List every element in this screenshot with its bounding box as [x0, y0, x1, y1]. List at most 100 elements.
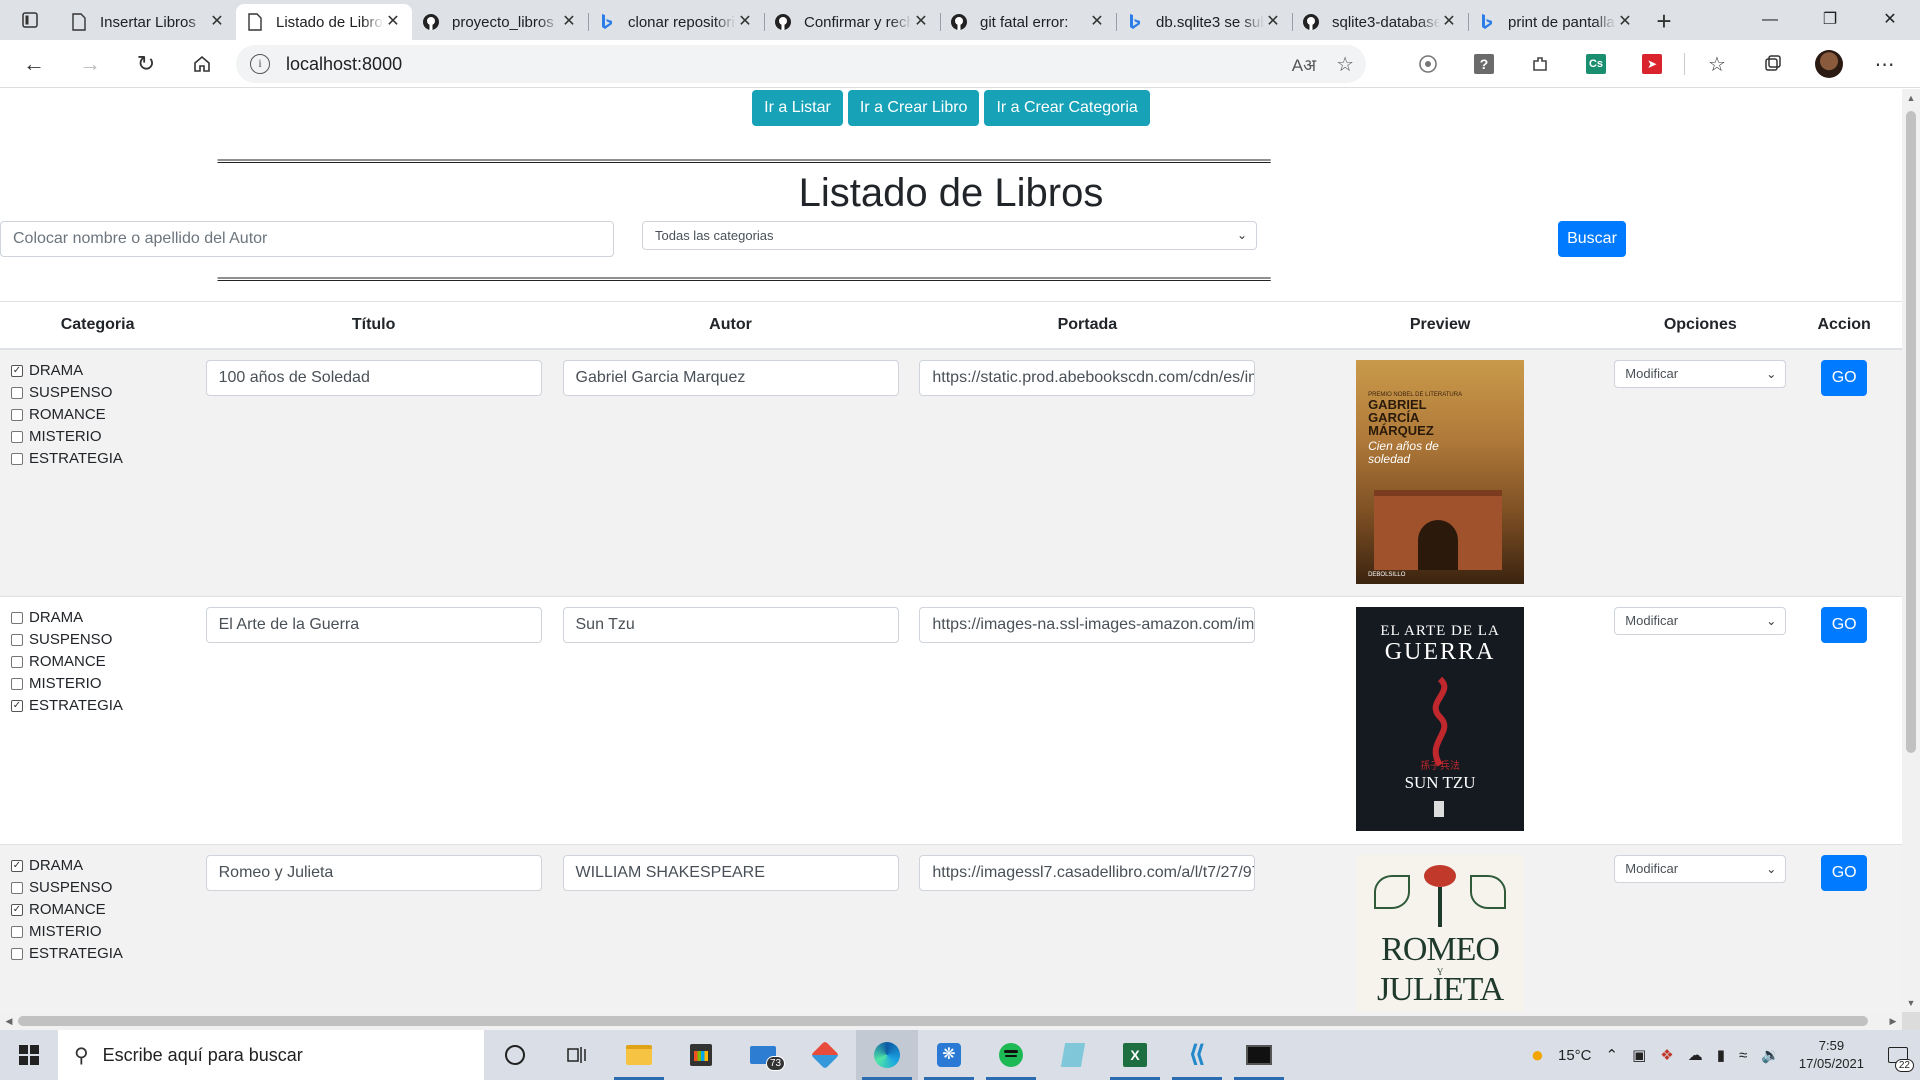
- unchecked-checkbox[interactable]: [11, 408, 23, 421]
- book-title-input[interactable]: Romeo y Julieta: [205, 855, 542, 891]
- author-search-input[interactable]: Colocar nombre o apellido del Autor: [0, 221, 614, 257]
- browser-tab[interactable]: db.sqlite3 se sube✕: [1116, 4, 1292, 40]
- extension-pdf-icon[interactable]: ➤: [1624, 40, 1680, 88]
- book-author-input[interactable]: WILLIAM SHAKESPEARE: [562, 855, 899, 891]
- close-tab-icon[interactable]: ✕: [1088, 13, 1106, 31]
- scroll-up-icon[interactable]: ▲: [1902, 89, 1920, 107]
- unchecked-checkbox[interactable]: [11, 948, 23, 960]
- clock[interactable]: 7:59 17/05/2021: [1787, 1037, 1876, 1073]
- temperature[interactable]: 15°C: [1551, 1047, 1599, 1064]
- search-button[interactable]: Buscar: [1558, 221, 1626, 257]
- store-button[interactable]: [670, 1030, 732, 1080]
- scroll-down-icon[interactable]: ▼: [1902, 994, 1920, 1012]
- cortana-button[interactable]: [484, 1030, 546, 1080]
- weather-icon[interactable]: ●: [1524, 1042, 1551, 1068]
- nav-crear-categoria-button[interactable]: Ir a Crear Categoria: [984, 90, 1150, 126]
- extension-cs-icon[interactable]: Cs: [1568, 40, 1624, 88]
- close-tab-icon[interactable]: ✕: [1440, 13, 1458, 31]
- site-info-icon[interactable]: i: [250, 54, 270, 74]
- scroll-left-icon[interactable]: ◀: [0, 1012, 18, 1030]
- nav-listar-button[interactable]: Ir a Listar: [752, 90, 843, 126]
- unchecked-checkbox[interactable]: [11, 430, 23, 443]
- file-explorer-button[interactable]: [608, 1030, 670, 1080]
- app-button[interactable]: ❋: [918, 1030, 980, 1080]
- options-select[interactable]: Modificar ⌄: [1614, 855, 1787, 883]
- category-checkbox-item[interactable]: ROMANCE: [11, 404, 195, 426]
- excel-button[interactable]: X: [1104, 1030, 1166, 1080]
- task-view-button[interactable]: [546, 1030, 608, 1080]
- battery-icon[interactable]: ▮: [1710, 1046, 1732, 1064]
- category-checkbox-item[interactable]: ESTRATEGIA: [11, 943, 195, 965]
- browser-tab[interactable]: git fatal error: ✕: [940, 4, 1116, 40]
- go-button[interactable]: GO: [1821, 359, 1868, 396]
- refresh-button[interactable]: ↻: [118, 40, 174, 88]
- checked-checkbox[interactable]: ✓: [11, 700, 23, 712]
- unchecked-checkbox[interactable]: [11, 678, 23, 690]
- close-tab-icon[interactable]: ✕: [1616, 13, 1634, 31]
- horizontal-scroll-thumb[interactable]: [18, 1016, 1868, 1026]
- category-checkbox-item[interactable]: ESTRATEGIA: [11, 448, 195, 470]
- unchecked-checkbox[interactable]: [11, 386, 23, 399]
- close-tab-icon[interactable]: ✕: [736, 13, 754, 31]
- edge-browser-button[interactable]: [856, 1030, 918, 1080]
- extension-tracking-icon[interactable]: [1400, 40, 1456, 88]
- book-title-input[interactable]: 100 años de Soledad: [205, 359, 542, 396]
- profile-avatar[interactable]: [1801, 40, 1857, 88]
- category-checkbox-item[interactable]: ROMANCE: [11, 651, 195, 673]
- mail-button[interactable]: 73: [732, 1030, 794, 1080]
- browser-tab[interactable]: Confirmar y rechazar✕: [764, 4, 940, 40]
- tab-actions-button[interactable]: [0, 0, 60, 40]
- tray-expand-icon[interactable]: ⌃: [1599, 1046, 1626, 1064]
- options-select[interactable]: Modificar ⌄: [1614, 607, 1787, 635]
- category-checkbox-item[interactable]: SUSPENSO: [11, 629, 195, 651]
- category-filter-select[interactable]: Todas las categorias ⌄: [642, 221, 1257, 250]
- category-checkbox-item[interactable]: MISTERIO: [11, 921, 195, 943]
- unchecked-checkbox[interactable]: [11, 926, 23, 938]
- cover-url-input[interactable]: https://images-na.ssl-images-amazon.com/…: [919, 607, 1256, 643]
- category-checkbox-item[interactable]: ✓ ROMANCE: [11, 899, 195, 921]
- browser-tab[interactable]: Insertar Libros ✕: [60, 4, 236, 40]
- notifications-button[interactable]: 22: [1876, 1030, 1920, 1080]
- checked-checkbox[interactable]: ✓: [11, 904, 23, 916]
- cover-url-input[interactable]: https://imagessl7.casadellibro.com/a/l/t…: [919, 855, 1256, 891]
- back-button[interactable]: ←: [6, 40, 62, 88]
- minimize-button[interactable]: —: [1740, 0, 1800, 40]
- restore-button[interactable]: ❐: [1800, 0, 1860, 40]
- browser-tab[interactable]: Listado de Libros ✕: [236, 4, 412, 40]
- category-checkbox-item[interactable]: SUSPENSO: [11, 382, 195, 404]
- forward-button[interactable]: →: [62, 40, 118, 88]
- notes-button[interactable]: [1042, 1030, 1104, 1080]
- favorites-icon[interactable]: ☆: [1689, 40, 1745, 88]
- onedrive-icon[interactable]: ☁: [1681, 1046, 1710, 1064]
- tray-app-icon[interactable]: ▣: [1625, 1046, 1653, 1064]
- browser-tab[interactable]: sqlite3-database ✕: [1292, 4, 1468, 40]
- read-aloud-icon[interactable]: Aअ: [1292, 53, 1316, 76]
- book-author-input[interactable]: Gabriel Garcia Marquez: [562, 359, 899, 396]
- dropbox-icon[interactable]: ❖: [1653, 1046, 1680, 1064]
- unchecked-checkbox[interactable]: [11, 656, 23, 668]
- unchecked-checkbox[interactable]: [11, 634, 23, 646]
- new-tab-button[interactable]: +: [1644, 4, 1684, 40]
- unchecked-checkbox[interactable]: [11, 882, 23, 894]
- close-tab-icon[interactable]: ✕: [384, 13, 402, 31]
- category-checkbox-item[interactable]: ✓ ESTRATEGIA: [11, 695, 195, 717]
- terminal-button[interactable]: [1228, 1030, 1290, 1080]
- taskbar-search-box[interactable]: ⚲ Escribe aquí para buscar: [58, 1030, 484, 1080]
- category-checkbox-item[interactable]: SUSPENSO: [11, 877, 195, 899]
- git-client-button[interactable]: [794, 1030, 856, 1080]
- category-checkbox-item[interactable]: ✓ DRAMA: [11, 855, 195, 877]
- book-title-input[interactable]: El Arte de la Guerra: [205, 607, 542, 643]
- vscode-button[interactable]: ⟪: [1166, 1030, 1228, 1080]
- browser-tab[interactable]: clonar repositorio ✕: [588, 4, 764, 40]
- wifi-icon[interactable]: ≈: [1732, 1047, 1754, 1064]
- extension-help-icon[interactable]: ?: [1456, 40, 1512, 88]
- checked-checkbox[interactable]: ✓: [11, 860, 23, 872]
- go-button[interactable]: GO: [1821, 855, 1868, 891]
- collections-icon[interactable]: [1745, 40, 1801, 88]
- volume-icon[interactable]: 🔉: [1754, 1046, 1787, 1064]
- start-button[interactable]: [0, 1030, 58, 1080]
- close-tab-icon[interactable]: ✕: [1264, 13, 1282, 31]
- unchecked-checkbox[interactable]: [11, 452, 23, 465]
- home-button[interactable]: [174, 40, 230, 88]
- category-checkbox-item[interactable]: ✓ DRAMA: [11, 360, 195, 382]
